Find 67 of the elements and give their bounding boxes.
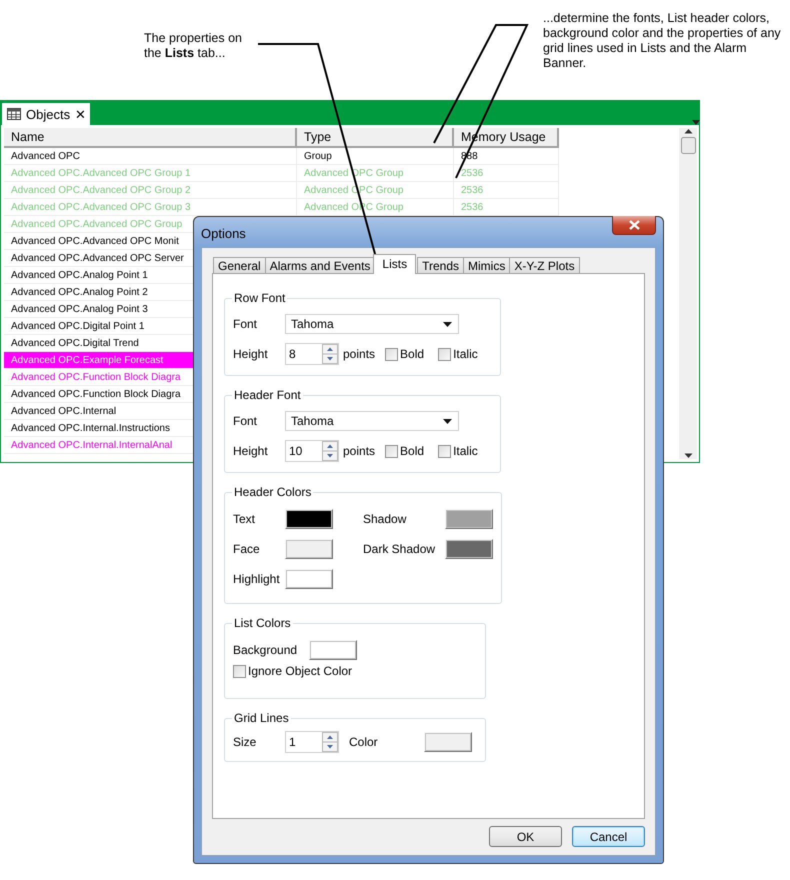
color-swatch-button[interactable] bbox=[445, 509, 493, 529]
height-spinbox[interactable]: 8 bbox=[285, 343, 339, 365]
checkbox-label: Bold bbox=[400, 347, 424, 361]
tab[interactable]: Mimics bbox=[463, 257, 510, 274]
tab-label: Objects bbox=[26, 106, 70, 122]
color-swatch-button[interactable] bbox=[309, 640, 357, 660]
close-button[interactable] bbox=[612, 216, 656, 235]
tab[interactable]: X-Y-Z Plots bbox=[509, 257, 580, 274]
scrollbar[interactable] bbox=[679, 128, 697, 459]
checkbox[interactable] bbox=[385, 348, 398, 360]
close-tab-button[interactable]: ✕ bbox=[75, 106, 86, 122]
field-label: Size bbox=[233, 735, 258, 749]
table-cell: 2536 bbox=[454, 182, 559, 199]
close-icon bbox=[628, 220, 640, 230]
scroll-thumb[interactable] bbox=[680, 137, 696, 154]
table-icon bbox=[7, 108, 21, 120]
tab[interactable]: Lists bbox=[373, 254, 416, 274]
field-label: Font bbox=[233, 317, 258, 331]
unit-label: points bbox=[343, 444, 376, 458]
unit-label: points bbox=[343, 347, 376, 361]
checkbox[interactable] bbox=[385, 444, 398, 458]
color-swatch-button[interactable] bbox=[285, 569, 333, 589]
color-label: Face bbox=[233, 542, 261, 556]
group-title: Header Colors bbox=[233, 485, 312, 499]
tab[interactable]: Trends bbox=[417, 257, 464, 274]
dropdown-arrow-icon[interactable] bbox=[443, 418, 452, 424]
dropdown-arrow-icon[interactable] bbox=[443, 322, 452, 326]
color-swatch-button[interactable] bbox=[445, 539, 493, 559]
dialog-button[interactable]: Cancel bbox=[572, 826, 645, 847]
color-label: Text bbox=[233, 512, 256, 526]
tab[interactable]: General bbox=[213, 257, 266, 274]
checkbox[interactable] bbox=[438, 348, 452, 360]
font-dropdown[interactable]: Tahoma bbox=[285, 411, 459, 431]
group-title: Grid Lines bbox=[233, 711, 290, 725]
color-label: Background bbox=[233, 643, 298, 657]
height-spinbox[interactable]: 10 bbox=[285, 440, 339, 462]
checkbox-label: Italic bbox=[453, 347, 478, 361]
color-swatch-button[interactable] bbox=[424, 732, 472, 752]
group-title: List Colors bbox=[233, 616, 292, 630]
checkbox-label: Bold bbox=[400, 444, 424, 458]
spin-arrows-icon[interactable] bbox=[322, 344, 338, 364]
checkbox[interactable] bbox=[438, 444, 452, 458]
column-header[interactable]: Type bbox=[297, 128, 454, 148]
table-cell: Group bbox=[297, 148, 454, 165]
table-cell: 2536 bbox=[454, 165, 559, 182]
annotation-text: ...determine the fonts, List header colors, background color and the properties of any grid lines used in Lists and the Alarm Banner. bbox=[543, 11, 782, 71]
table-cell[interactable]: Advanced OPC bbox=[4, 148, 297, 165]
spin-arrows-icon[interactable] bbox=[322, 441, 338, 461]
field-label: Color bbox=[349, 735, 379, 749]
size-spinbox[interactable]: 1 bbox=[285, 731, 339, 753]
column-header[interactable]: Name bbox=[4, 128, 297, 148]
checkbox[interactable] bbox=[233, 664, 246, 678]
checkbox-label: Ignore Object Color bbox=[248, 664, 352, 678]
spin-arrows-icon[interactable] bbox=[322, 732, 338, 752]
objects-tab[interactable]: Objects ✕ bbox=[2, 103, 90, 125]
annotation-text: The properties on the Lists tab... bbox=[144, 31, 243, 61]
scroll-down-icon[interactable] bbox=[684, 453, 692, 459]
tab[interactable]: Alarms and Events bbox=[264, 257, 376, 274]
scroll-up-icon[interactable] bbox=[684, 128, 692, 134]
color-swatch-button[interactable] bbox=[285, 539, 333, 559]
checkbox-label: Italic bbox=[453, 444, 478, 458]
color-label: Highlight bbox=[233, 572, 281, 586]
dialog-button[interactable]: OK bbox=[489, 826, 562, 847]
color-swatch-button[interactable] bbox=[285, 509, 333, 529]
font-dropdown[interactable]: Tahoma bbox=[285, 314, 459, 334]
color-label: Shadow bbox=[363, 512, 408, 526]
color-label: Dark Shadow bbox=[363, 542, 436, 556]
